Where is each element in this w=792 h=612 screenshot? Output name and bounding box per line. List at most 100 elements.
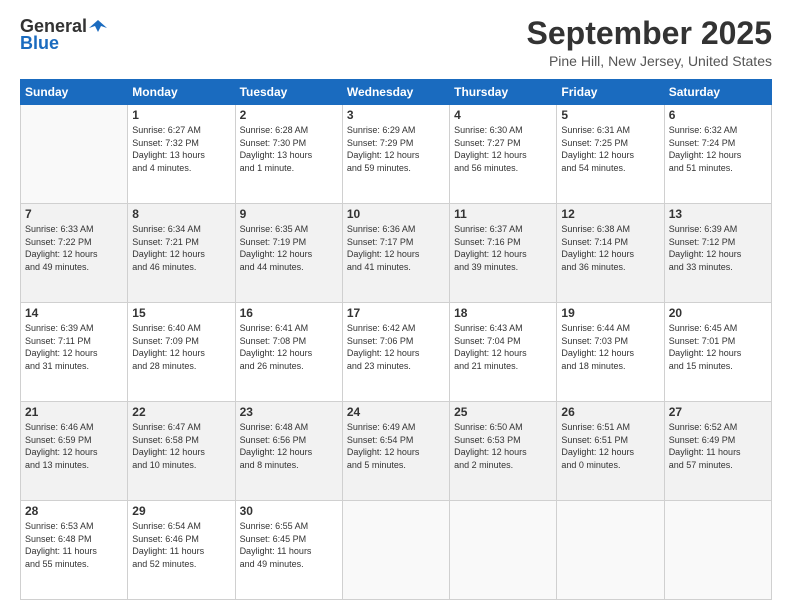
- calendar-week-row: 14Sunrise: 6:39 AMSunset: 7:11 PMDayligh…: [21, 303, 772, 402]
- col-friday: Friday: [557, 80, 664, 105]
- day-number: 27: [669, 405, 767, 419]
- table-row: 18 Sunrise: 6:43 AMSunset: 7:04 PMDayligh…: [450, 303, 557, 402]
- day-info: Sunrise: 6:35 AMSunset: 7:19 PMDaylight:…: [240, 223, 338, 273]
- day-number: 24: [347, 405, 445, 419]
- table-row: 23 Sunrise: 6:48 AMSunset: 6:56 PMDayligh…: [235, 402, 342, 501]
- day-info: Sunrise: 6:27 AMSunset: 7:32 PMDaylight:…: [132, 124, 230, 174]
- table-row: 19Sunrise: 6:44 AMSunset: 7:03 PMDayligh…: [557, 303, 664, 402]
- day-number: 22: [132, 405, 230, 419]
- table-row: 20 Sunrise: 6:45 AMSunset: 7:01 PMDayligh…: [664, 303, 771, 402]
- day-info: Sunrise: 6:39 AMSunset: 7:12 PMDaylight:…: [669, 223, 767, 273]
- col-saturday: Saturday: [664, 80, 771, 105]
- table-row: 12 Sunrise: 6:38 AMSunset: 7:14 PMDayligh…: [557, 204, 664, 303]
- day-number: 13: [669, 207, 767, 221]
- day-info: Sunrise: 6:41 AMSunset: 7:08 PMDaylight:…: [240, 322, 338, 372]
- table-row: 14Sunrise: 6:39 AMSunset: 7:11 PMDayligh…: [21, 303, 128, 402]
- day-info: Sunrise: 6:37 AMSunset: 7:16 PMDaylight:…: [454, 223, 552, 273]
- location: Pine Hill, New Jersey, United States: [527, 53, 772, 69]
- logo: General Blue: [20, 16, 107, 54]
- day-info: Sunrise: 6:42 AMSunset: 7:06 PMDaylight:…: [347, 322, 445, 372]
- day-number: 11: [454, 207, 552, 221]
- col-monday: Monday: [128, 80, 235, 105]
- day-number: 8: [132, 207, 230, 221]
- table-row: 15 Sunrise: 6:40 AMSunset: 7:09 PMDayligh…: [128, 303, 235, 402]
- day-number: 26: [561, 405, 659, 419]
- day-info: Sunrise: 6:53 AMSunset: 6:48 PMDaylight:…: [25, 520, 123, 570]
- day-info: Sunrise: 6:36 AMSunset: 7:17 PMDaylight:…: [347, 223, 445, 273]
- table-row: 16 Sunrise: 6:41 AMSunset: 7:08 PMDayligh…: [235, 303, 342, 402]
- day-info: Sunrise: 6:44 AMSunset: 7:03 PMDaylight:…: [561, 322, 659, 372]
- day-info: Sunrise: 6:43 AMSunset: 7:04 PMDaylight:…: [454, 322, 552, 372]
- calendar-week-row: 21 Sunrise: 6:46 AMSunset: 6:59 PMDayligh…: [21, 402, 772, 501]
- day-number: 9: [240, 207, 338, 221]
- table-row: 13 Sunrise: 6:39 AMSunset: 7:12 PMDayligh…: [664, 204, 771, 303]
- day-number: 10: [347, 207, 445, 221]
- calendar-week-row: 7Sunrise: 6:33 AMSunset: 7:22 PMDaylight…: [21, 204, 772, 303]
- table-row: 27 Sunrise: 6:52 AMSunset: 6:49 PMDayligh…: [664, 402, 771, 501]
- title-block: September 2025 Pine Hill, New Jersey, Un…: [527, 16, 772, 69]
- day-number: 12: [561, 207, 659, 221]
- day-info: Sunrise: 6:38 AMSunset: 7:14 PMDaylight:…: [561, 223, 659, 273]
- day-number: 28: [25, 504, 123, 518]
- table-row: [557, 501, 664, 600]
- day-number: 25: [454, 405, 552, 419]
- day-number: 15: [132, 306, 230, 320]
- day-info: Sunrise: 6:48 AMSunset: 6:56 PMDaylight:…: [240, 421, 338, 471]
- day-info: Sunrise: 6:40 AMSunset: 7:09 PMDaylight:…: [132, 322, 230, 372]
- day-number: 29: [132, 504, 230, 518]
- day-number: 5: [561, 108, 659, 122]
- col-wednesday: Wednesday: [342, 80, 449, 105]
- day-number: 2: [240, 108, 338, 122]
- table-row: 2 Sunrise: 6:28 AMSunset: 7:30 PMDaylight…: [235, 105, 342, 204]
- table-row: 21 Sunrise: 6:46 AMSunset: 6:59 PMDayligh…: [21, 402, 128, 501]
- logo-bird-icon: [89, 18, 107, 36]
- day-info: Sunrise: 6:29 AMSunset: 7:29 PMDaylight:…: [347, 124, 445, 174]
- day-number: 4: [454, 108, 552, 122]
- col-thursday: Thursday: [450, 80, 557, 105]
- table-row: [450, 501, 557, 600]
- table-row: 6Sunrise: 6:32 AMSunset: 7:24 PMDaylight…: [664, 105, 771, 204]
- day-info: Sunrise: 6:33 AMSunset: 7:22 PMDaylight:…: [25, 223, 123, 273]
- day-number: 21: [25, 405, 123, 419]
- day-number: 20: [669, 306, 767, 320]
- day-info: Sunrise: 6:54 AMSunset: 6:46 PMDaylight:…: [132, 520, 230, 570]
- day-info: Sunrise: 6:30 AMSunset: 7:27 PMDaylight:…: [454, 124, 552, 174]
- page: General Blue September 2025 Pine Hill, N…: [0, 0, 792, 612]
- table-row: 9 Sunrise: 6:35 AMSunset: 7:19 PMDaylight…: [235, 204, 342, 303]
- table-row: 5 Sunrise: 6:31 AMSunset: 7:25 PMDaylight…: [557, 105, 664, 204]
- table-row: [342, 501, 449, 600]
- table-row: 17 Sunrise: 6:42 AMSunset: 7:06 PMDayligh…: [342, 303, 449, 402]
- table-row: 28 Sunrise: 6:53 AMSunset: 6:48 PMDayligh…: [21, 501, 128, 600]
- day-info: Sunrise: 6:34 AMSunset: 7:21 PMDaylight:…: [132, 223, 230, 273]
- day-number: 1: [132, 108, 230, 122]
- day-number: 16: [240, 306, 338, 320]
- month-title: September 2025: [527, 16, 772, 51]
- table-row: [21, 105, 128, 204]
- table-row: 24Sunrise: 6:49 AMSunset: 6:54 PMDayligh…: [342, 402, 449, 501]
- day-info: Sunrise: 6:28 AMSunset: 7:30 PMDaylight:…: [240, 124, 338, 174]
- day-number: 18: [454, 306, 552, 320]
- table-row: 29 Sunrise: 6:54 AMSunset: 6:46 PMDayligh…: [128, 501, 235, 600]
- day-number: 14: [25, 306, 123, 320]
- day-number: 30: [240, 504, 338, 518]
- day-number: 3: [347, 108, 445, 122]
- header: General Blue September 2025 Pine Hill, N…: [20, 16, 772, 69]
- calendar-week-row: 1 Sunrise: 6:27 AMSunset: 7:32 PMDaylight…: [21, 105, 772, 204]
- table-row: 8 Sunrise: 6:34 AMSunset: 7:21 PMDaylight…: [128, 204, 235, 303]
- day-info: Sunrise: 6:52 AMSunset: 6:49 PMDaylight:…: [669, 421, 767, 471]
- table-row: 4 Sunrise: 6:30 AMSunset: 7:27 PMDaylight…: [450, 105, 557, 204]
- table-row: [664, 501, 771, 600]
- day-number: 17: [347, 306, 445, 320]
- table-row: 7Sunrise: 6:33 AMSunset: 7:22 PMDaylight…: [21, 204, 128, 303]
- table-row: 22 Sunrise: 6:47 AMSunset: 6:58 PMDayligh…: [128, 402, 235, 501]
- col-sunday: Sunday: [21, 80, 128, 105]
- day-info: Sunrise: 6:31 AMSunset: 7:25 PMDaylight:…: [561, 124, 659, 174]
- table-row: 1 Sunrise: 6:27 AMSunset: 7:32 PMDaylight…: [128, 105, 235, 204]
- day-number: 23: [240, 405, 338, 419]
- day-info: Sunrise: 6:45 AMSunset: 7:01 PMDaylight:…: [669, 322, 767, 372]
- day-info: Sunrise: 6:46 AMSunset: 6:59 PMDaylight:…: [25, 421, 123, 471]
- table-row: 11 Sunrise: 6:37 AMSunset: 7:16 PMDayligh…: [450, 204, 557, 303]
- day-info: Sunrise: 6:47 AMSunset: 6:58 PMDaylight:…: [132, 421, 230, 471]
- day-info: Sunrise: 6:50 AMSunset: 6:53 PMDaylight:…: [454, 421, 552, 471]
- table-row: 3 Sunrise: 6:29 AMSunset: 7:29 PMDaylight…: [342, 105, 449, 204]
